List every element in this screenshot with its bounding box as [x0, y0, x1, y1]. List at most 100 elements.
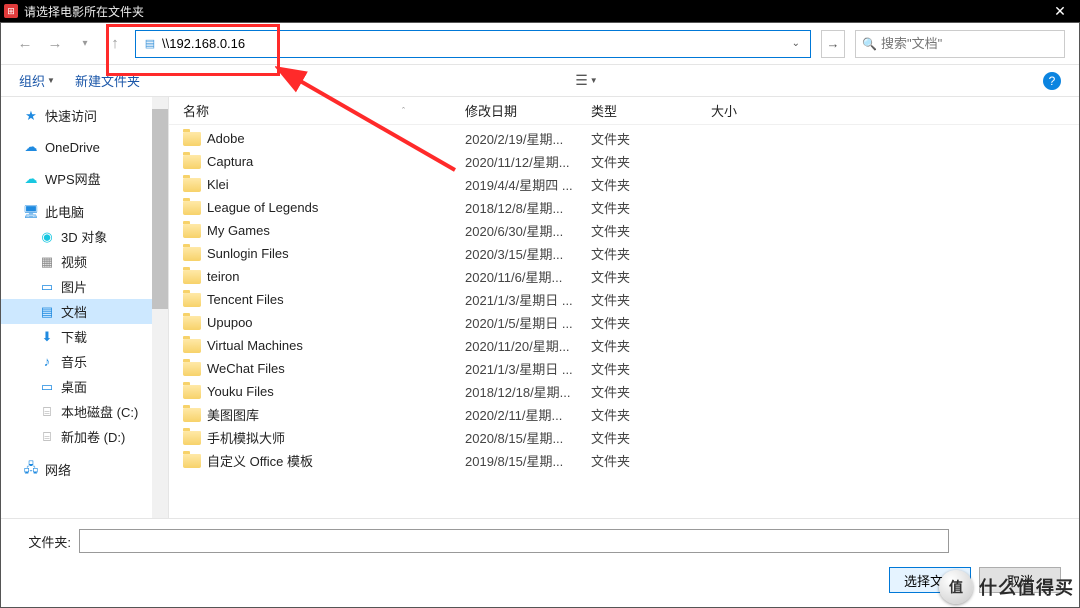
file-type: 文件夹 — [591, 152, 711, 171]
folder-icon — [183, 339, 201, 353]
file-date: 2021/1/3/星期日 ... — [465, 359, 591, 378]
picture-icon: ▭ — [39, 279, 55, 295]
col-size[interactable]: 大小 — [711, 101, 791, 120]
file-row[interactable]: Sunlogin Files2020/3/15/星期...文件夹 — [169, 242, 1079, 265]
recent-dropdown[interactable]: ▾ — [75, 34, 95, 54]
file-row[interactable]: 自定义 Office 模板2019/8/15/星期...文件夹 — [169, 449, 1079, 472]
sidebar-quick-access[interactable]: ★快速访问 — [1, 103, 168, 128]
organize-menu[interactable]: 组织 ▼ — [19, 71, 55, 90]
file-type: 文件夹 — [591, 175, 711, 194]
file-row[interactable]: WeChat Files2021/1/3/星期日 ...文件夹 — [169, 357, 1079, 380]
watermark-badge: 值 — [939, 570, 973, 604]
file-date: 2020/11/12/星期... — [465, 152, 591, 171]
file-name: Klei — [207, 177, 229, 192]
sidebar-item-label: 下载 — [61, 327, 87, 346]
file-name: WeChat Files — [207, 361, 285, 376]
sidebar: ★快速访问 ☁OneDrive ☁WPS网盘 🖥此电脑 ◉3D 对象 ▦视频 ▭… — [1, 97, 169, 518]
file-row[interactable]: My Games2020/6/30/星期...文件夹 — [169, 219, 1079, 242]
file-type: 文件夹 — [591, 198, 711, 217]
file-date: 2020/8/15/星期... — [465, 428, 591, 447]
file-type: 文件夹 — [591, 290, 711, 309]
footer: 文件夹: 选择文件 取消 — [1, 519, 1079, 607]
file-row[interactable]: League of Legends2018/12/8/星期...文件夹 — [169, 196, 1079, 219]
sidebar-item-label: 桌面 — [61, 377, 87, 396]
file-name: teiron — [207, 269, 240, 284]
file-name: My Games — [207, 223, 270, 238]
folder-icon — [183, 431, 201, 445]
file-type: 文件夹 — [591, 428, 711, 447]
sidebar-network[interactable]: 🖧网络 — [1, 457, 168, 482]
help-button[interactable]: ? — [1043, 72, 1061, 90]
file-type: 文件夹 — [591, 221, 711, 240]
view-mode-button[interactable]: ☰▼ — [575, 70, 597, 92]
file-date: 2021/1/3/星期日 ... — [465, 290, 591, 309]
sidebar-onedrive[interactable]: ☁OneDrive — [1, 136, 168, 158]
folder-icon — [183, 293, 201, 307]
sidebar-pictures[interactable]: ▭图片 — [1, 274, 168, 299]
file-row[interactable]: Tencent Files2021/1/3/星期日 ...文件夹 — [169, 288, 1079, 311]
file-row[interactable]: Klei2019/4/4/星期四 ...文件夹 — [169, 173, 1079, 196]
watermark-text: 什么值得买 — [979, 574, 1074, 600]
search-box[interactable]: 🔍 — [855, 30, 1065, 58]
col-name[interactable]: 名称ˆ — [183, 101, 465, 120]
file-row[interactable]: Adobe2020/2/19/星期...文件夹 — [169, 127, 1079, 150]
watermark: 值 什么值得买 — [939, 570, 1074, 604]
go-button[interactable]: → — [821, 30, 845, 58]
search-icon: 🔍 — [862, 37, 877, 51]
address-dropdown-icon[interactable]: ⌄ — [788, 38, 804, 49]
sidebar-item-label: 音乐 — [61, 352, 87, 371]
sidebar-downloads[interactable]: ⬇ 下载 — [1, 324, 168, 349]
file-name: Captura — [207, 154, 253, 169]
column-headers[interactable]: 名称ˆ 修改日期 类型 大小 — [169, 97, 1079, 125]
back-button[interactable]: ← — [15, 34, 35, 54]
new-folder-label: 新建文件夹 — [75, 71, 140, 90]
folder-input[interactable] — [79, 529, 949, 553]
sidebar-desktop[interactable]: ▭ 桌面 — [1, 374, 168, 399]
file-row[interactable]: Upupoo2020/1/5/星期日 ...文件夹 — [169, 311, 1079, 334]
col-type[interactable]: 类型 — [591, 101, 711, 120]
col-date[interactable]: 修改日期 — [465, 101, 591, 120]
file-type: 文件夹 — [591, 129, 711, 148]
file-row[interactable]: Virtual Machines2020/11/20/星期...文件夹 — [169, 334, 1079, 357]
cloud-icon: ☁ — [23, 139, 39, 155]
nav-row: ← → ▾ ↑ ▤ ⌄ → 🔍 — [1, 23, 1079, 65]
close-button[interactable]: ✕ — [1040, 0, 1080, 22]
sidebar-item-label: 视频 — [61, 252, 87, 271]
folder-icon — [183, 270, 201, 284]
search-input[interactable] — [881, 36, 1058, 51]
sidebar-music[interactable]: ♪ 音乐 — [1, 349, 168, 374]
sidebar-newvol-d[interactable]: ⌸新加卷 (D:) — [1, 424, 168, 449]
file-type: 文件夹 — [591, 405, 711, 424]
sidebar-localdisk-c[interactable]: ⌸本地磁盘 (C:) — [1, 399, 168, 424]
file-row[interactable]: Youku Files2018/12/18/星期...文件夹 — [169, 380, 1079, 403]
file-name: Youku Files — [207, 384, 274, 399]
sidebar-documents[interactable]: ▤文档 — [1, 299, 168, 324]
folder-icon — [183, 178, 201, 192]
music-icon: ♪ — [39, 354, 55, 370]
address-bar[interactable]: ▤ ⌄ — [135, 30, 811, 58]
sidebar-3d-objects[interactable]: ◉3D 对象 — [1, 224, 168, 249]
cube-icon: ◉ — [39, 229, 55, 245]
file-date: 2018/12/8/星期... — [465, 198, 591, 217]
file-list: Adobe2020/2/19/星期...文件夹 Captura 2020/11/12… — [169, 125, 1079, 518]
forward-button[interactable]: → — [45, 34, 65, 54]
address-input[interactable] — [158, 36, 788, 51]
file-row[interactable]: Captura 2020/11/12/星期...文件夹 — [169, 150, 1079, 173]
network-icon: 🖧 — [23, 462, 39, 478]
desktop-icon: ▭ — [39, 379, 55, 395]
file-row[interactable]: teiron2020/11/6/星期...文件夹 — [169, 265, 1079, 288]
sidebar-wps[interactable]: ☁WPS网盘 — [1, 166, 168, 191]
sidebar-item-label: 本地磁盘 (C:) — [61, 402, 138, 421]
file-date: 2020/2/11/星期... — [465, 405, 591, 424]
up-button[interactable]: ↑ — [105, 34, 125, 54]
file-row[interactable]: 手机模拟大师2020/8/15/星期...文件夹 — [169, 426, 1079, 449]
document-icon: ▤ — [142, 36, 158, 52]
main-pane: 名称ˆ 修改日期 类型 大小 Adobe2020/2/19/星期...文件夹Ca… — [169, 97, 1079, 518]
file-date: 2020/11/6/星期... — [465, 267, 591, 286]
download-icon: ⬇ — [39, 329, 55, 345]
sidebar-this-pc[interactable]: 🖥此电脑 — [1, 199, 168, 224]
file-row[interactable]: 美图图库2020/2/11/星期...文件夹 — [169, 403, 1079, 426]
sidebar-videos[interactable]: ▦视频 — [1, 249, 168, 274]
new-folder-button[interactable]: 新建文件夹 — [75, 71, 140, 90]
sidebar-scrollbar[interactable] — [152, 97, 168, 518]
